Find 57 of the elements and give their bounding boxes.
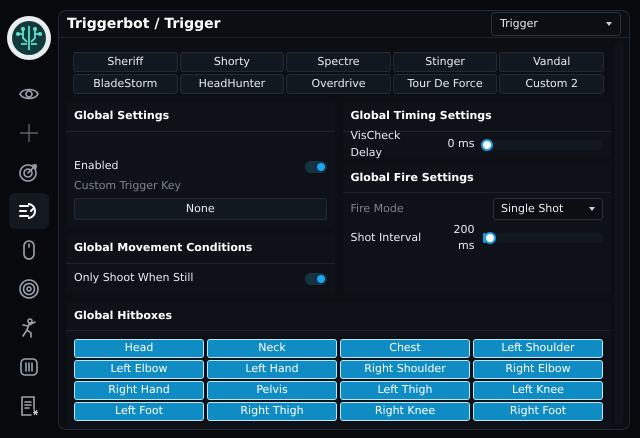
hitbox-button[interactable]: Right Hand — [74, 381, 204, 400]
toggle-label: Only Shoot When Still — [74, 270, 194, 286]
slider-thumb[interactable] — [484, 232, 496, 244]
weapon-button[interactable]: HeadHunter — [180, 74, 284, 94]
panel-title: Global Fire Settings — [342, 164, 611, 193]
hitbox-button[interactable]: Left Hand — [207, 360, 337, 379]
weapon-button[interactable]: Tour De Force — [392, 74, 498, 94]
fire-mode-select[interactable]: Single Shot — [493, 198, 603, 220]
hitbox-button[interactable]: Right Foot — [473, 402, 603, 421]
hitbox-button[interactable]: Pelvis — [207, 381, 337, 400]
sliders-icon — [18, 356, 40, 378]
slider-track[interactable] — [482, 140, 603, 150]
panel-title: Global Settings — [66, 102, 334, 132]
hitbox-button[interactable]: Neck — [207, 339, 337, 358]
target-icon — [18, 161, 40, 183]
panel-title: Global Movement Conditions — [66, 234, 334, 264]
hitbox-button[interactable]: Left Knee — [473, 381, 603, 400]
caret-icon — [589, 207, 595, 211]
radar-icon — [18, 278, 40, 300]
sidebar-item[interactable] — [9, 193, 49, 229]
field-label: Fire Mode — [350, 200, 405, 217]
caret-icon — [606, 22, 612, 26]
hitbox-button[interactable]: Right Elbow — [473, 360, 603, 379]
toggle-switch[interactable] — [304, 272, 326, 284]
weapon-button[interactable]: Spectre — [286, 52, 391, 72]
page-title: Triggerbot / Trigger — [67, 14, 221, 34]
weapon-button[interactable]: Custom 2 — [499, 74, 604, 94]
hitbox-button[interactable]: Right Thigh — [207, 402, 337, 421]
weapon-button[interactable]: Stinger — [392, 52, 498, 72]
document-list-icon — [18, 395, 40, 417]
panel-title: Global Hitboxes — [66, 302, 611, 331]
hitbox-button[interactable]: Left Elbow — [74, 360, 204, 379]
toggle-label: Enabled — [74, 158, 118, 174]
crosshair-icon — [18, 122, 40, 144]
mode-select[interactable]: Trigger — [491, 12, 621, 36]
slider-value: 0 ms — [446, 136, 474, 152]
weapon-button[interactable]: Shorty — [180, 52, 284, 72]
weapon-button[interactable]: Sheriff — [73, 52, 178, 72]
weapon-button[interactable]: Overdrive — [286, 74, 391, 94]
hitbox-button[interactable]: Chest — [340, 339, 470, 358]
slider-label: Shot Interval — [350, 230, 422, 246]
hitbox-button[interactable]: Head — [74, 339, 204, 358]
hitbox-button[interactable]: Left Shoulder — [473, 339, 603, 358]
hitbox-button[interactable]: Right Knee — [340, 402, 470, 421]
weapon-button[interactable]: BladeStorm — [73, 74, 178, 94]
hitbox-button[interactable]: Right Shoulder — [340, 360, 470, 379]
slider-track[interactable] — [482, 233, 603, 243]
logo-icon — [7, 16, 51, 60]
panel-title: Global Timing Settings — [342, 102, 611, 132]
field-label: Custom Trigger Key — [73, 178, 182, 194]
hitbox-button[interactable]: Left Thigh — [340, 381, 470, 400]
slider-thumb[interactable] — [480, 138, 492, 150]
weapon-button[interactable]: Vandal — [499, 52, 604, 72]
key-bind-button[interactable]: None — [74, 198, 326, 220]
slider-value: 200 ms — [452, 222, 474, 254]
hitbox-button[interactable]: Left Foot — [74, 402, 204, 421]
toggle-switch[interactable] — [304, 160, 326, 172]
